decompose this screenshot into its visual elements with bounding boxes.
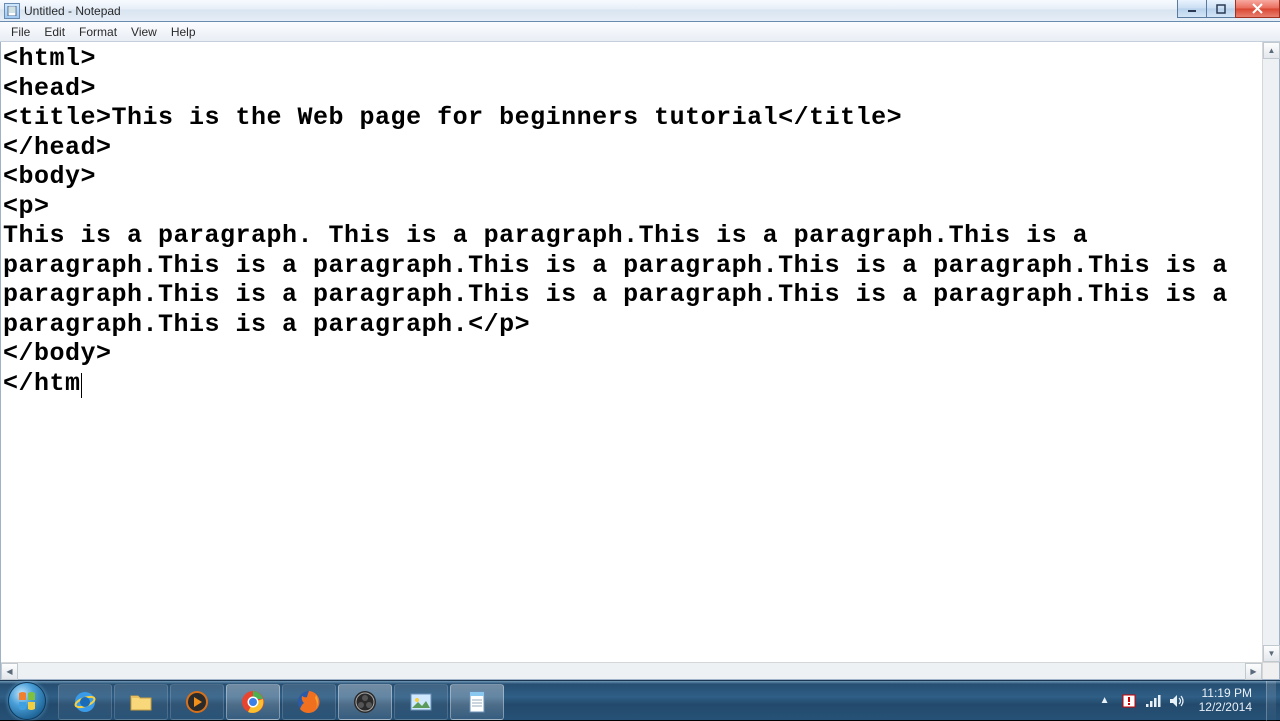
taskbar-items <box>54 681 504 720</box>
clock-date: 12/2/2014 <box>1199 701 1252 715</box>
scroll-down-button[interactable]: ▼ <box>1263 645 1280 662</box>
vertical-scrollbar[interactable]: ▲ ▼ <box>1262 42 1279 662</box>
scroll-up-button[interactable]: ▲ <box>1263 42 1280 59</box>
scrollbar-corner <box>1262 662 1279 679</box>
scroll-left-button[interactable]: ◀ <box>1 663 18 680</box>
show-desktop-button[interactable] <box>1266 681 1276 721</box>
folder-icon <box>128 689 154 715</box>
taskbar-item-photo-viewer[interactable] <box>394 684 448 720</box>
show-hidden-icons-button[interactable]: ▲ <box>1097 693 1113 709</box>
window-titlebar: Untitled - Notepad <box>0 0 1280 22</box>
close-button[interactable] <box>1235 0 1280 18</box>
ie-icon <box>72 689 98 715</box>
windows-orb-icon <box>8 682 46 720</box>
scroll-right-button[interactable]: ▶ <box>1245 663 1262 680</box>
editor-container: <html> <head> <title>This is the Web pag… <box>0 42 1280 680</box>
notepad-app-icon <box>4 3 20 19</box>
menu-format[interactable]: Format <box>72 23 124 41</box>
media-player-icon <box>184 689 210 715</box>
text-editor[interactable]: <html> <head> <title>This is the Web pag… <box>1 42 1262 662</box>
taskbar-item-media-player[interactable] <box>170 684 224 720</box>
firefox-icon <box>296 689 322 715</box>
editor-content: <html> <head> <title>This is the Web pag… <box>3 44 1243 398</box>
volume-icon[interactable] <box>1169 693 1185 709</box>
action-center-icon[interactable] <box>1121 693 1137 709</box>
chrome-icon <box>240 689 266 715</box>
window-controls <box>1178 0 1280 20</box>
start-button[interactable] <box>0 681 54 720</box>
taskbar-item-internet-explorer[interactable] <box>58 684 112 720</box>
taskbar-item-chrome[interactable] <box>226 684 280 720</box>
taskbar-item-file-explorer[interactable] <box>114 684 168 720</box>
horizontal-scroll-track[interactable] <box>18 663 1245 679</box>
picture-icon <box>408 689 434 715</box>
menu-view[interactable]: View <box>124 23 164 41</box>
menu-help[interactable]: Help <box>164 23 203 41</box>
vertical-scroll-track[interactable] <box>1263 59 1279 645</box>
horizontal-scrollbar[interactable]: ◀ ▶ <box>1 662 1262 679</box>
clock-time: 11:19 PM <box>1199 687 1252 701</box>
text-cursor <box>81 373 82 398</box>
taskbar-clock[interactable]: 11:19 PM 12/2/2014 <box>1193 687 1258 715</box>
menu-bar: File Edit Format View Help <box>0 22 1280 42</box>
window-title: Untitled - Notepad <box>24 4 121 18</box>
notepad-icon <box>464 689 490 715</box>
minimize-button[interactable] <box>1177 0 1207 18</box>
taskbar-item-firefox[interactable] <box>282 684 336 720</box>
taskbar: ▲ 11:19 PM 12/2/2014 <box>0 680 1280 720</box>
taskbar-item-notepad[interactable] <box>450 684 504 720</box>
menu-file[interactable]: File <box>4 23 37 41</box>
system-tray: ▲ 11:19 PM 12/2/2014 <box>1097 681 1280 720</box>
menu-edit[interactable]: Edit <box>37 23 72 41</box>
network-icon[interactable] <box>1145 693 1161 709</box>
taskbar-item-obs[interactable] <box>338 684 392 720</box>
obs-icon <box>352 689 378 715</box>
maximize-button[interactable] <box>1206 0 1236 18</box>
